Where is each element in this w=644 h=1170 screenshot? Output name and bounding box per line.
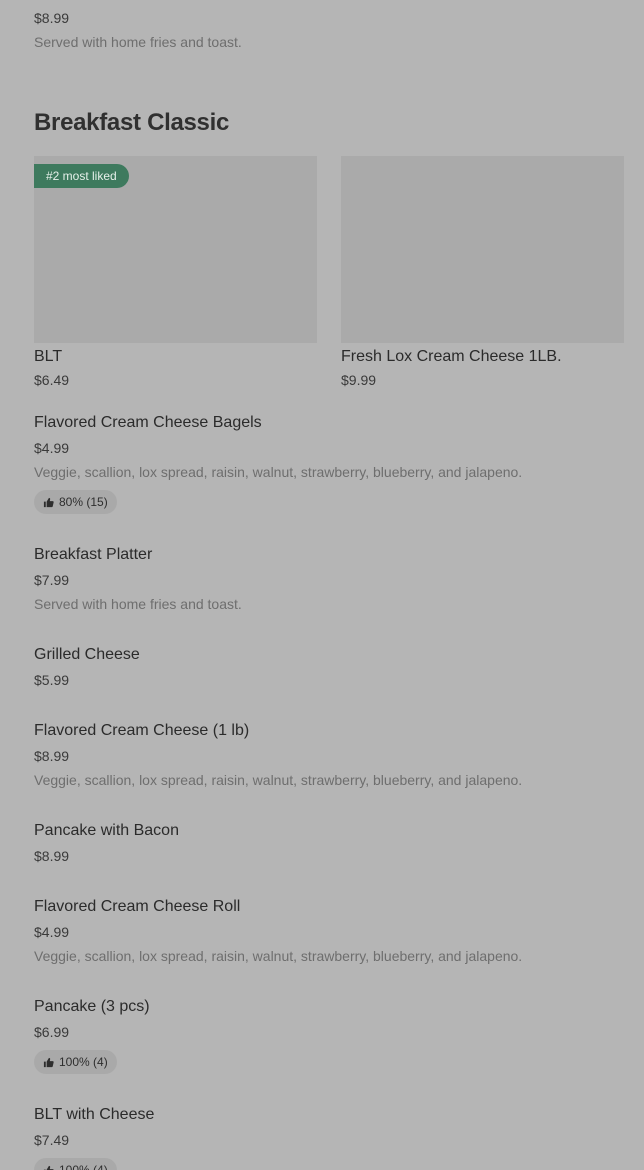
thumbs-up-icon [43,497,54,508]
rating-badge: 100% (4) [34,1050,117,1074]
thumbs-up-icon [43,1165,54,1170]
menu-page: $8.99 Served with home fries and toast. … [0,0,644,1170]
menu-item[interactable]: BLT with Cheese $7.49 100% (4) [34,1105,624,1170]
menu-item[interactable]: Flavored Cream Cheese Bagels $4.99 Veggi… [34,413,624,519]
item-name: Fresh Lox Cream Cheese 1LB. [341,348,562,365]
item-name: Pancake with Bacon [34,822,179,839]
item-name: Grilled Cheese [34,646,140,663]
item-description: Veggie, scallion, lox spread, raisin, wa… [34,948,523,964]
section-title: Breakfast Classic [34,109,230,136]
item-price: $9.99 [341,372,377,388]
item-description: Veggie, scallion, lox spread, raisin, wa… [34,772,523,788]
item-name: Flavored Cream Cheese (1 lb) [34,722,250,739]
rating-text: 100% (4) [59,1055,108,1069]
featured-card-blt[interactable]: #2 most liked BLT $6.49 [34,156,317,391]
item-description: Served with home fries and toast. [34,596,242,612]
rating-badge: 80% (15) [34,490,117,514]
menu-item[interactable]: Flavored Cream Cheese Roll $4.99 Veggie,… [34,897,624,969]
item-price: $6.99 [34,1024,70,1040]
item-price: $5.99 [34,672,70,688]
item-price: $6.49 [34,372,70,388]
item-image [341,156,624,343]
item-price: $7.99 [34,572,70,588]
item-price: $8.99 [34,848,70,864]
item-name: Flavored Cream Cheese Bagels [34,414,262,431]
rating-text: 80% (15) [59,495,108,509]
item-price: $8.99 [34,748,70,764]
most-liked-badge: #2 most liked [34,164,129,188]
item-name: Breakfast Platter [34,546,153,563]
item-name: Pancake (3 pcs) [34,998,150,1015]
item-name: BLT with Cheese [34,1106,155,1123]
menu-item[interactable]: Grilled Cheese $5.99 [34,645,624,693]
menu-item[interactable]: Pancake with Bacon $8.99 [34,821,624,869]
item-price: $7.49 [34,1132,70,1148]
item-name: BLT [34,348,63,365]
menu-item[interactable]: Breakfast Platter $7.99 Served with home… [34,545,624,617]
menu-item[interactable]: Pancake (3 pcs) $6.99 100% (4) [34,997,624,1075]
item-price: $4.99 [34,924,70,940]
item-description: Veggie, scallion, lox spread, raisin, wa… [34,464,523,480]
item-price: $8.99 [34,10,70,26]
item-price: $4.99 [34,440,70,456]
rating-badge: 100% (4) [34,1158,117,1170]
rating-text: 100% (4) [59,1163,108,1170]
thumbs-up-icon [43,1057,54,1068]
menu-item[interactable]: Flavored Cream Cheese (1 lb) $8.99 Veggi… [34,721,624,793]
item-description: Served with home fries and toast. [34,34,242,50]
item-name: Flavored Cream Cheese Roll [34,898,241,915]
featured-card-lox[interactable]: Fresh Lox Cream Cheese 1LB. $9.99 [341,156,624,391]
